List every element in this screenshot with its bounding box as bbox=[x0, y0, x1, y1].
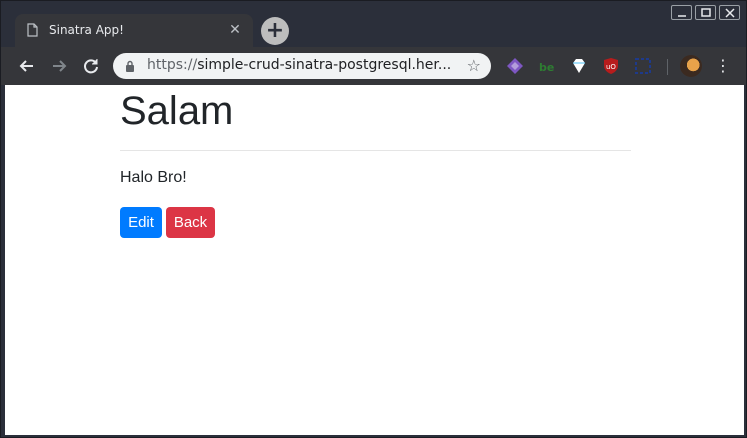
browser-toolbar: https://simple-crud-sinatra-postgresql.h… bbox=[1, 47, 746, 85]
forward-arrow-icon[interactable] bbox=[49, 56, 69, 76]
divider bbox=[120, 150, 631, 151]
tab-close-icon[interactable]: ✕ bbox=[225, 20, 245, 40]
url-text: https://simple-crud-sinatra-postgresql.h… bbox=[147, 57, 451, 73]
back-arrow-icon[interactable] bbox=[17, 56, 37, 76]
maximize-button[interactable] bbox=[695, 5, 716, 20]
green-extension-icon[interactable]: be bbox=[538, 57, 556, 75]
browser-window: Sinatra App! ✕ + https://simple-crud-sin… bbox=[0, 0, 747, 438]
diamond-extension-icon[interactable] bbox=[570, 57, 588, 75]
ublock-icon[interactable]: uO bbox=[602, 57, 620, 75]
minimize-button[interactable] bbox=[671, 5, 692, 20]
profile-avatar[interactable] bbox=[680, 55, 702, 77]
toolbar-separator bbox=[667, 59, 668, 75]
page-title: Salam bbox=[120, 89, 234, 133]
close-icon bbox=[725, 8, 735, 18]
svg-text:uO: uO bbox=[606, 63, 616, 71]
url-host: simple-crud-sinatra-postgresql.her... bbox=[197, 57, 452, 73]
post-content: Halo Bro! bbox=[120, 169, 187, 186]
address-bar[interactable]: https://simple-crud-sinatra-postgresql.h… bbox=[113, 53, 491, 79]
new-tab-button[interactable]: + bbox=[261, 17, 289, 45]
tab-strip: Sinatra App! ✕ + bbox=[1, 1, 746, 47]
edit-button[interactable]: Edit bbox=[120, 207, 162, 238]
menu-icon[interactable]: ⋮ bbox=[715, 56, 731, 76]
back-button[interactable]: Back bbox=[166, 207, 215, 238]
maximize-icon bbox=[701, 8, 711, 17]
close-window-button[interactable] bbox=[719, 5, 740, 20]
lock-icon bbox=[126, 60, 134, 72]
page-viewport: Salam Halo Bro! Edit Back bbox=[5, 85, 744, 435]
svg-text:be: be bbox=[539, 61, 554, 74]
tab-title: Sinatra App! bbox=[49, 23, 124, 37]
minimize-icon bbox=[678, 15, 686, 17]
page-icon bbox=[27, 23, 38, 37]
reload-icon[interactable] bbox=[81, 56, 101, 76]
bookmark-star-icon[interactable]: ☆ bbox=[467, 56, 481, 75]
purple-extension-icon[interactable] bbox=[506, 57, 524, 75]
tab-sinatra-app[interactable]: Sinatra App! ✕ bbox=[15, 14, 253, 47]
url-scheme: https:// bbox=[147, 57, 198, 73]
blue-extension-icon[interactable] bbox=[634, 57, 652, 75]
